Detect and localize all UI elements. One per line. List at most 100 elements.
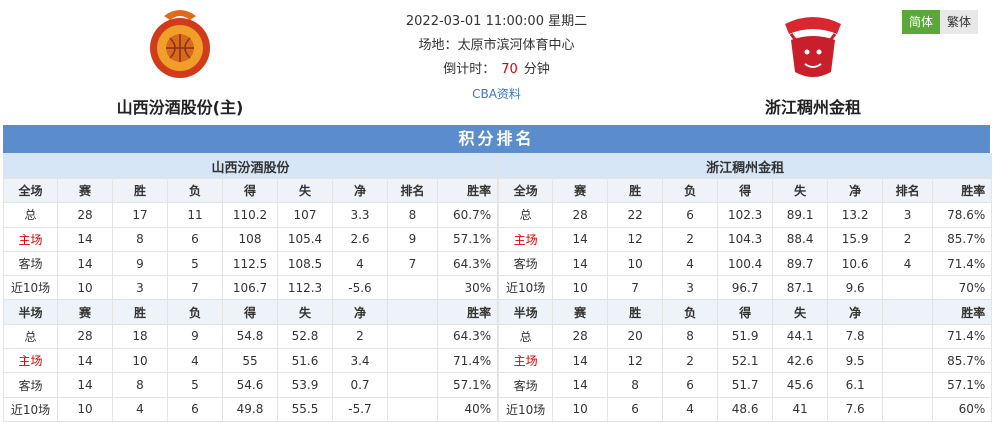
table-cell: 7 <box>387 250 438 277</box>
table-cell: 64.3% <box>436 323 499 350</box>
table-cell: 30% <box>436 275 499 301</box>
countdown-unit: 分钟 <box>523 62 550 77</box>
table-cell: 6 <box>167 226 223 252</box>
table-cell: 11 <box>167 202 223 228</box>
table-cell: 54.8 <box>222 323 278 350</box>
table-cell: 112.5 <box>222 250 278 277</box>
row-label: 总 <box>498 323 554 350</box>
table-cell: 8 <box>607 372 664 398</box>
table-cell: 112.3 <box>277 275 333 301</box>
table-cell <box>387 348 438 374</box>
column-header: 失 <box>277 177 333 204</box>
traditional-chinese-button[interactable]: 繁体 <box>939 10 978 34</box>
table-cell: 64.3% <box>436 250 499 277</box>
match-venue: 场地：太原市滨河体育中心 <box>418 38 575 53</box>
table-cell: 4 <box>662 250 719 277</box>
team-name-row: 浙江稠州金租 <box>498 153 993 179</box>
table-cell: 3 <box>882 202 934 228</box>
column-header: 失 <box>772 177 829 204</box>
table-cell: 5 <box>167 372 223 398</box>
table-cell: 87.1 <box>772 275 829 301</box>
table-cell: 104.3 <box>717 226 774 252</box>
table-cell: 6.1 <box>827 372 884 398</box>
table-cell: 14 <box>57 348 113 374</box>
table-row: 主场 14 10 4 55 51.6 3.4 71.4% <box>3 348 499 374</box>
table-cell: 96.7 <box>717 275 774 301</box>
team-name-row: 山西汾酒股份 <box>2 153 499 179</box>
column-header: 胜率 <box>932 299 993 325</box>
column-header: 全场 <box>3 177 58 204</box>
table-cell: 48.6 <box>717 396 774 422</box>
table-row: 客场 14 9 5 112.5 108.5 4 7 64.3% <box>3 250 499 277</box>
table-cell: 105.4 <box>277 226 333 252</box>
table-cell: 14 <box>57 250 113 277</box>
column-header: 排名 <box>882 177 934 204</box>
table-cell: 3 <box>662 275 719 301</box>
column-header: 失 <box>772 299 829 325</box>
table-cell: 57.1% <box>436 372 499 398</box>
table-cell: 45.6 <box>772 372 829 398</box>
table-cell: 17 <box>112 202 168 228</box>
row-label: 主场 <box>3 226 58 252</box>
table-cell: 85.7% <box>932 348 993 374</box>
table-row: 总 28 18 9 54.8 52.8 2 64.3% <box>3 323 499 350</box>
table-cell: 13.2 <box>827 202 884 228</box>
table-cell: 14 <box>552 348 609 374</box>
column-header: 排名 <box>387 177 438 204</box>
cba-info-link[interactable]: CBA资料 <box>472 87 521 101</box>
row-label: 主场 <box>498 226 554 252</box>
table-cell: 53.9 <box>277 372 333 398</box>
row-label: 主场 <box>3 348 58 374</box>
table-row: 总 28 17 11 110.2 107 3.3 8 60.7% <box>3 202 499 228</box>
table-cell: 4 <box>167 348 223 374</box>
countdown-value: 70 <box>501 62 518 77</box>
column-header: 赛 <box>57 177 113 204</box>
table-cell: 2 <box>332 323 388 350</box>
table-cell: 14 <box>552 250 609 277</box>
standings-title: 积分排名 <box>3 125 990 153</box>
column-header: 半场 <box>3 299 58 325</box>
table-cell: 41 <box>772 396 829 422</box>
table-cell: 2 <box>662 348 719 374</box>
row-label: 总 <box>3 323 58 350</box>
table-row: 总 28 20 8 51.9 44.1 7.8 71.4% <box>498 323 993 350</box>
table-row: 近10场 10 4 6 49.8 55.5 -5.7 40% <box>3 396 499 422</box>
match-info: 2022-03-01 11:00:00 星期二 场地：太原市滨河体育中心 倒计时… <box>330 10 663 107</box>
table-cell: 22 <box>607 202 664 228</box>
column-header: 得 <box>222 177 278 204</box>
table-row: 主场 14 12 2 104.3 88.4 15.9 2 85.7% <box>498 226 993 252</box>
table-cell: 71.4% <box>932 323 993 350</box>
table-cell: 28 <box>57 323 113 350</box>
table-cell: 70% <box>932 275 993 301</box>
table-cell: 107 <box>277 202 333 228</box>
table-cell: 55 <box>222 348 278 374</box>
table-cell: 8 <box>387 202 438 228</box>
column-header: 胜 <box>607 299 664 325</box>
table-cell: 10 <box>552 396 609 422</box>
table-cell: 51.6 <box>277 348 333 374</box>
table-cell: 6 <box>607 396 664 422</box>
standings-team-name: 浙江稠州金租 <box>498 153 993 179</box>
table-cell: 10 <box>552 275 609 301</box>
table-row: 客场 14 8 5 54.6 53.9 0.7 57.1% <box>3 372 499 398</box>
table-cell: 2.6 <box>332 226 388 252</box>
countdown: 倒计时： 70 分钟 <box>330 58 663 82</box>
away-team-logo <box>777 6 849 84</box>
table-cell: 7 <box>607 275 664 301</box>
simplified-chinese-button[interactable]: 简体 <box>901 10 940 34</box>
language-switch: 简体 繁体 <box>901 10 978 34</box>
table-cell: 89.7 <box>772 250 829 277</box>
table-cell <box>387 372 438 398</box>
column-header: 净 <box>332 177 388 204</box>
column-header: 净 <box>332 299 388 325</box>
table-row: 主场 14 8 6 108 105.4 2.6 9 57.1% <box>3 226 499 252</box>
column-header: 胜 <box>112 299 168 325</box>
table-cell <box>882 348 934 374</box>
column-header: 胜 <box>607 177 664 204</box>
row-label: 近10场 <box>3 396 58 422</box>
table-cell: 78.6% <box>932 202 993 228</box>
table-cell: 106.7 <box>222 275 278 301</box>
column-header: 赛 <box>552 299 609 325</box>
table-cell: 6 <box>167 396 223 422</box>
column-header: 负 <box>662 299 719 325</box>
